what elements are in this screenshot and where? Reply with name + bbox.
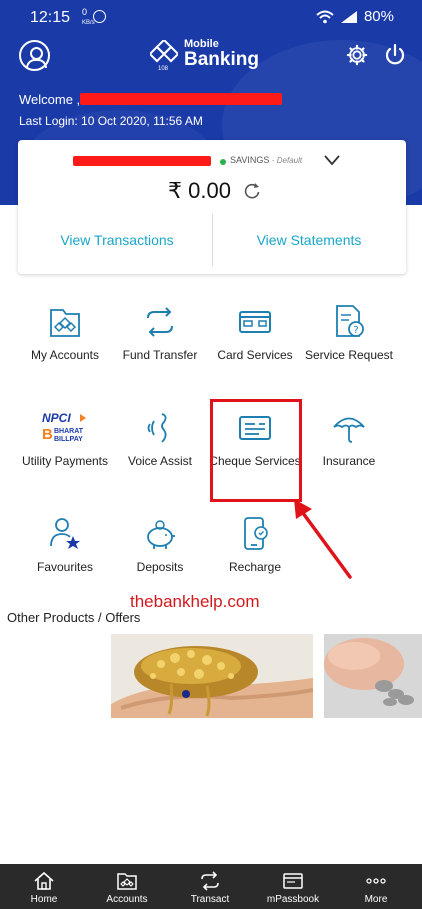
service-label: Voice Assist	[127, 454, 193, 468]
nav-accounts[interactable]: Accounts	[85, 864, 169, 909]
offer-banner-coins[interactable]	[324, 634, 422, 718]
coins-hand-image	[324, 634, 422, 718]
nav-label: Home	[30, 894, 58, 905]
bottom-navigation: Home Accounts Transact mPassbook More	[0, 864, 422, 909]
nav-transact[interactable]: Transact	[168, 864, 252, 909]
voice-wave-icon	[147, 413, 167, 443]
service-card-services[interactable]: Card Services	[205, 304, 305, 363]
welcome-label: Welcome ,	[19, 92, 81, 107]
service-label: Fund Transfer	[122, 348, 198, 362]
service-deposits[interactable]: Deposits	[110, 516, 210, 575]
gold-jewellery-image	[111, 634, 313, 718]
gear-icon[interactable]	[346, 44, 368, 66]
service-label: Service Request	[304, 348, 394, 362]
service-label: Card Services	[217, 348, 293, 362]
account-card: SAVINGS - Default ₹ 0.00 View Transactio…	[18, 140, 406, 274]
wallet-icon	[50, 309, 80, 337]
last-login: Last Login: 10 Oct 2020, 11:56 AM	[19, 114, 203, 128]
more-dots-icon	[366, 878, 386, 884]
offers-title: Other Products / Offers	[7, 610, 141, 625]
chevron-down-icon[interactable]	[324, 154, 340, 166]
service-label: Utility Payments	[21, 454, 109, 468]
piggy-bank-icon	[147, 520, 175, 549]
service-favourites[interactable]: Favourites	[15, 516, 115, 575]
signal-icon	[340, 10, 357, 23]
profile-icon[interactable]	[19, 40, 50, 71]
bank-logo-icon	[150, 40, 178, 63]
notification-icon	[93, 10, 106, 23]
document-question-icon: ?	[336, 305, 364, 337]
nav-home[interactable]: Home	[2, 864, 86, 909]
service-insurance[interactable]: Insurance	[299, 410, 399, 469]
status-time: 12:15	[30, 9, 71, 26]
service-voice-assist[interactable]: Voice Assist	[110, 410, 210, 469]
card-icon	[239, 311, 271, 333]
service-label: My Accounts	[30, 348, 100, 362]
annotation-arrow	[294, 499, 352, 579]
brand-line2: Banking	[184, 49, 259, 70]
svg-text:B: B	[42, 426, 53, 443]
service-fund-transfer[interactable]: Fund Transfer	[110, 304, 210, 363]
active-status-dot	[220, 159, 226, 165]
brand-logo-text: 108	[158, 66, 169, 72]
nav-mpassbook[interactable]: mPassbook	[251, 864, 335, 909]
refresh-icon[interactable]	[242, 181, 262, 201]
home-icon	[34, 871, 54, 890]
status-bar: 12:15 0 KB/s 80%	[0, 0, 422, 34]
user-star-icon	[50, 518, 80, 549]
view-statements-link[interactable]: View Statements	[212, 232, 406, 248]
nav-label: Accounts	[106, 894, 148, 905]
account-balance: ₹ 0.00	[168, 178, 231, 203]
svg-text:NPCI: NPCI	[42, 411, 71, 425]
nav-label: More	[364, 894, 388, 905]
svg-text:BHARAT: BHARAT	[54, 428, 84, 435]
accounts-icon	[117, 873, 137, 890]
svg-text:?: ?	[353, 325, 358, 336]
npci-bharat-billpay-icon: NPCI B BHARAT BILLPAY	[42, 411, 86, 443]
highlight-box	[210, 399, 302, 502]
service-label: Favourites	[36, 560, 94, 574]
power-icon[interactable]	[384, 43, 406, 67]
transact-icon	[201, 871, 219, 891]
svg-text:BILLPAY: BILLPAY	[54, 436, 83, 443]
view-transactions-link[interactable]: View Transactions	[18, 232, 216, 248]
transfer-arrows-icon	[147, 307, 173, 337]
mobile-recharge-icon	[244, 517, 268, 550]
nav-label: mPassbook	[266, 894, 320, 905]
service-utility-payments[interactable]: NPCI B BHARAT BILLPAY Utility Payments	[15, 410, 115, 469]
umbrella-icon	[333, 417, 365, 443]
redacted-account-number	[73, 156, 211, 166]
service-service-request[interactable]: ? Service Request	[299, 304, 399, 363]
service-label: Insurance	[322, 454, 376, 468]
service-my-accounts[interactable]: My Accounts	[15, 304, 115, 363]
wifi-icon	[316, 10, 334, 23]
offer-banner-gold[interactable]	[111, 634, 313, 718]
battery-level: 80%	[363, 8, 394, 25]
watermark-text: thebankhelp.com	[130, 592, 260, 611]
account-type: SAVINGS - Default	[230, 155, 303, 165]
status-right: 80%	[316, 8, 394, 25]
passbook-icon	[283, 873, 303, 889]
nav-more[interactable]: More	[334, 864, 418, 909]
redacted-name	[80, 93, 282, 105]
nav-label: Transact	[190, 894, 230, 905]
service-label: Deposits	[136, 560, 184, 574]
